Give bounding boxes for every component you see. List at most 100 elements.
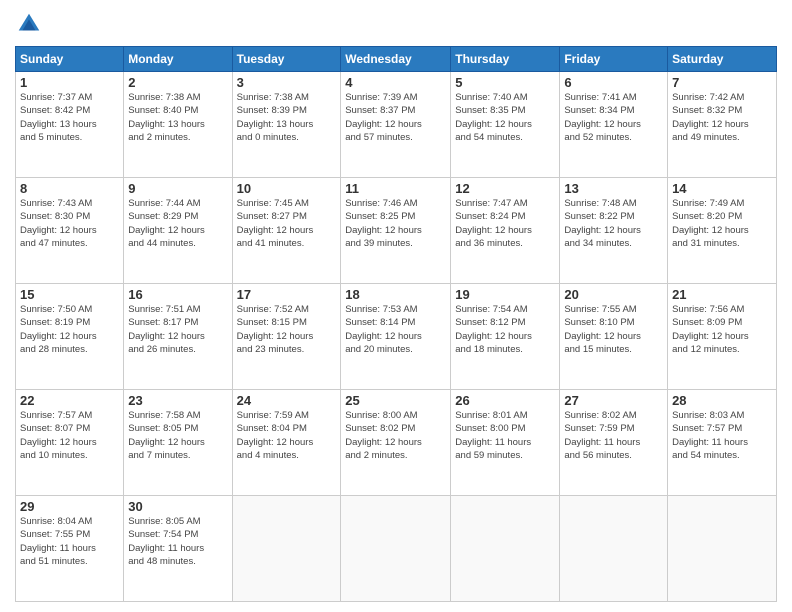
calendar-cell: 16Sunrise: 7:51 AM Sunset: 8:17 PM Dayli… [124, 284, 232, 390]
calendar-cell: 2Sunrise: 7:38 AM Sunset: 8:40 PM Daylig… [124, 72, 232, 178]
calendar-cell [560, 496, 668, 602]
calendar-cell: 29Sunrise: 8:04 AM Sunset: 7:55 PM Dayli… [16, 496, 124, 602]
day-number: 11 [345, 181, 446, 196]
day-info: Sunrise: 7:59 AM Sunset: 8:04 PM Dayligh… [237, 409, 337, 462]
day-info: Sunrise: 7:37 AM Sunset: 8:42 PM Dayligh… [20, 91, 119, 144]
day-number: 12 [455, 181, 555, 196]
day-number: 10 [237, 181, 337, 196]
day-number: 22 [20, 393, 119, 408]
day-info: Sunrise: 7:54 AM Sunset: 8:12 PM Dayligh… [455, 303, 555, 356]
day-info: Sunrise: 7:52 AM Sunset: 8:15 PM Dayligh… [237, 303, 337, 356]
calendar-cell: 23Sunrise: 7:58 AM Sunset: 8:05 PM Dayli… [124, 390, 232, 496]
day-number: 17 [237, 287, 337, 302]
day-number: 20 [564, 287, 663, 302]
col-monday: Monday [124, 47, 232, 72]
calendar-page: Sunday Monday Tuesday Wednesday Thursday… [0, 0, 792, 612]
day-info: Sunrise: 7:48 AM Sunset: 8:22 PM Dayligh… [564, 197, 663, 250]
calendar-cell: 21Sunrise: 7:56 AM Sunset: 8:09 PM Dayli… [668, 284, 777, 390]
day-number: 28 [672, 393, 772, 408]
day-info: Sunrise: 8:04 AM Sunset: 7:55 PM Dayligh… [20, 515, 119, 568]
day-info: Sunrise: 7:53 AM Sunset: 8:14 PM Dayligh… [345, 303, 446, 356]
col-tuesday: Tuesday [232, 47, 341, 72]
day-number: 23 [128, 393, 227, 408]
calendar-cell: 5Sunrise: 7:40 AM Sunset: 8:35 PM Daylig… [451, 72, 560, 178]
day-info: Sunrise: 8:02 AM Sunset: 7:59 PM Dayligh… [564, 409, 663, 462]
col-friday: Friday [560, 47, 668, 72]
calendar-cell: 25Sunrise: 8:00 AM Sunset: 8:02 PM Dayli… [341, 390, 451, 496]
calendar-cell: 22Sunrise: 7:57 AM Sunset: 8:07 PM Dayli… [16, 390, 124, 496]
day-info: Sunrise: 7:44 AM Sunset: 8:29 PM Dayligh… [128, 197, 227, 250]
calendar-week-row: 1Sunrise: 7:37 AM Sunset: 8:42 PM Daylig… [16, 72, 777, 178]
calendar-cell: 17Sunrise: 7:52 AM Sunset: 8:15 PM Dayli… [232, 284, 341, 390]
calendar-cell: 9Sunrise: 7:44 AM Sunset: 8:29 PM Daylig… [124, 178, 232, 284]
col-thursday: Thursday [451, 47, 560, 72]
calendar-cell [451, 496, 560, 602]
day-number: 14 [672, 181, 772, 196]
day-number: 1 [20, 75, 119, 90]
day-number: 7 [672, 75, 772, 90]
calendar-cell [668, 496, 777, 602]
day-number: 9 [128, 181, 227, 196]
day-number: 6 [564, 75, 663, 90]
calendar-week-row: 29Sunrise: 8:04 AM Sunset: 7:55 PM Dayli… [16, 496, 777, 602]
day-info: Sunrise: 8:01 AM Sunset: 8:00 PM Dayligh… [455, 409, 555, 462]
day-number: 13 [564, 181, 663, 196]
calendar-cell: 26Sunrise: 8:01 AM Sunset: 8:00 PM Dayli… [451, 390, 560, 496]
day-info: Sunrise: 7:56 AM Sunset: 8:09 PM Dayligh… [672, 303, 772, 356]
day-info: Sunrise: 7:40 AM Sunset: 8:35 PM Dayligh… [455, 91, 555, 144]
calendar-cell: 14Sunrise: 7:49 AM Sunset: 8:20 PM Dayli… [668, 178, 777, 284]
day-number: 18 [345, 287, 446, 302]
day-number: 3 [237, 75, 337, 90]
day-info: Sunrise: 7:38 AM Sunset: 8:40 PM Dayligh… [128, 91, 227, 144]
calendar-table: Sunday Monday Tuesday Wednesday Thursday… [15, 46, 777, 602]
day-number: 26 [455, 393, 555, 408]
day-info: Sunrise: 7:47 AM Sunset: 8:24 PM Dayligh… [455, 197, 555, 250]
calendar-cell: 30Sunrise: 8:05 AM Sunset: 7:54 PM Dayli… [124, 496, 232, 602]
day-number: 19 [455, 287, 555, 302]
calendar-cell: 6Sunrise: 7:41 AM Sunset: 8:34 PM Daylig… [560, 72, 668, 178]
day-number: 16 [128, 287, 227, 302]
calendar-week-row: 22Sunrise: 7:57 AM Sunset: 8:07 PM Dayli… [16, 390, 777, 496]
day-info: Sunrise: 7:38 AM Sunset: 8:39 PM Dayligh… [237, 91, 337, 144]
day-number: 27 [564, 393, 663, 408]
calendar-cell: 19Sunrise: 7:54 AM Sunset: 8:12 PM Dayli… [451, 284, 560, 390]
calendar-cell: 28Sunrise: 8:03 AM Sunset: 7:57 PM Dayli… [668, 390, 777, 496]
day-info: Sunrise: 7:45 AM Sunset: 8:27 PM Dayligh… [237, 197, 337, 250]
day-info: Sunrise: 7:57 AM Sunset: 8:07 PM Dayligh… [20, 409, 119, 462]
day-number: 8 [20, 181, 119, 196]
day-number: 4 [345, 75, 446, 90]
day-info: Sunrise: 7:49 AM Sunset: 8:20 PM Dayligh… [672, 197, 772, 250]
day-info: Sunrise: 8:00 AM Sunset: 8:02 PM Dayligh… [345, 409, 446, 462]
calendar-cell: 4Sunrise: 7:39 AM Sunset: 8:37 PM Daylig… [341, 72, 451, 178]
calendar-cell: 12Sunrise: 7:47 AM Sunset: 8:24 PM Dayli… [451, 178, 560, 284]
calendar-cell: 7Sunrise: 7:42 AM Sunset: 8:32 PM Daylig… [668, 72, 777, 178]
header [15, 10, 777, 38]
calendar-header-row: Sunday Monday Tuesday Wednesday Thursday… [16, 47, 777, 72]
day-info: Sunrise: 7:50 AM Sunset: 8:19 PM Dayligh… [20, 303, 119, 356]
day-info: Sunrise: 7:42 AM Sunset: 8:32 PM Dayligh… [672, 91, 772, 144]
col-sunday: Sunday [16, 47, 124, 72]
logo [15, 10, 45, 38]
calendar-week-row: 8Sunrise: 7:43 AM Sunset: 8:30 PM Daylig… [16, 178, 777, 284]
day-info: Sunrise: 7:41 AM Sunset: 8:34 PM Dayligh… [564, 91, 663, 144]
calendar-cell: 10Sunrise: 7:45 AM Sunset: 8:27 PM Dayli… [232, 178, 341, 284]
day-number: 5 [455, 75, 555, 90]
logo-icon [15, 10, 43, 38]
calendar-cell [232, 496, 341, 602]
day-number: 2 [128, 75, 227, 90]
calendar-cell: 20Sunrise: 7:55 AM Sunset: 8:10 PM Dayli… [560, 284, 668, 390]
calendar-cell: 18Sunrise: 7:53 AM Sunset: 8:14 PM Dayli… [341, 284, 451, 390]
day-number: 29 [20, 499, 119, 514]
day-info: Sunrise: 7:51 AM Sunset: 8:17 PM Dayligh… [128, 303, 227, 356]
day-number: 30 [128, 499, 227, 514]
calendar-week-row: 15Sunrise: 7:50 AM Sunset: 8:19 PM Dayli… [16, 284, 777, 390]
day-number: 24 [237, 393, 337, 408]
day-info: Sunrise: 8:05 AM Sunset: 7:54 PM Dayligh… [128, 515, 227, 568]
calendar-cell: 3Sunrise: 7:38 AM Sunset: 8:39 PM Daylig… [232, 72, 341, 178]
day-info: Sunrise: 7:55 AM Sunset: 8:10 PM Dayligh… [564, 303, 663, 356]
calendar-cell: 15Sunrise: 7:50 AM Sunset: 8:19 PM Dayli… [16, 284, 124, 390]
calendar-cell: 13Sunrise: 7:48 AM Sunset: 8:22 PM Dayli… [560, 178, 668, 284]
day-info: Sunrise: 8:03 AM Sunset: 7:57 PM Dayligh… [672, 409, 772, 462]
calendar-cell: 11Sunrise: 7:46 AM Sunset: 8:25 PM Dayli… [341, 178, 451, 284]
calendar-cell: 27Sunrise: 8:02 AM Sunset: 7:59 PM Dayli… [560, 390, 668, 496]
